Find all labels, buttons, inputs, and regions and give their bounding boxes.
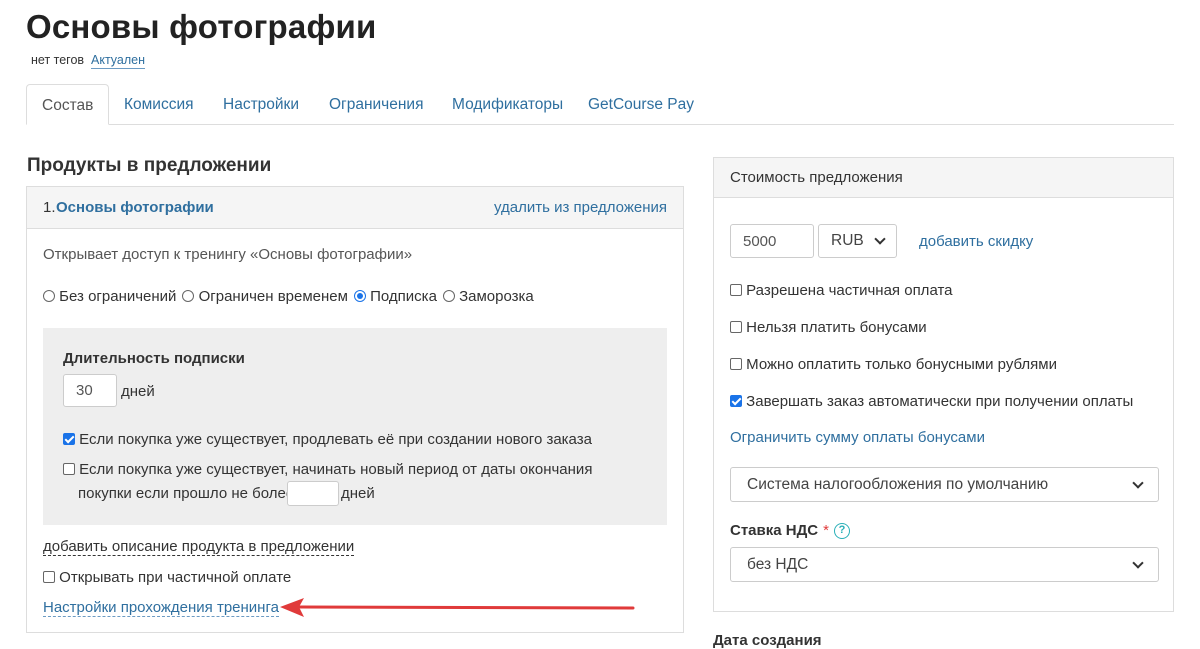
- vat-label: Ставка НДС: [730, 522, 819, 539]
- tax-system-select[interactable]: Система налогообложения по умолчанию: [730, 467, 1159, 502]
- required-mark: *: [823, 522, 829, 539]
- currency-select[interactable]: RUB: [818, 224, 897, 258]
- annotation-arrow-shaft: [298, 605, 635, 610]
- open-on-partial-checkbox[interactable]: [43, 571, 55, 583]
- vat-rate-select[interactable]: без НДС: [730, 547, 1159, 582]
- chevron-down-icon: [874, 233, 886, 245]
- pricing-panel-header: Стоимость предложения: [714, 158, 1173, 198]
- extend-purchase-checkbox[interactable]: [63, 433, 75, 445]
- tab-getcourse-pay[interactable]: GetCourse Pay: [573, 84, 709, 125]
- page-title: Основы фотографии: [26, 8, 377, 45]
- tab-commission[interactable]: Комиссия: [109, 84, 209, 125]
- new-period-option[interactable]: Если покупка уже существует, начинать но…: [63, 461, 592, 478]
- access-option-freeze[interactable]: Заморозка: [442, 288, 534, 305]
- pricing-panel: Стоимость предложения 5000 RUB добавить …: [713, 157, 1174, 612]
- access-option-unlimited[interactable]: Без ограничений: [43, 288, 176, 305]
- tab-restrictions[interactable]: Ограничения: [314, 84, 438, 125]
- access-type-group: Без ограничений Ограничен временем Подпи…: [43, 288, 534, 305]
- new-period-checkbox[interactable]: [63, 463, 75, 475]
- auto-complete-order-checkbox[interactable]: [730, 395, 742, 407]
- access-option-subscription[interactable]: Подписка: [353, 288, 437, 305]
- auto-complete-order-option[interactable]: Завершать заказ автоматически при получе…: [730, 393, 1133, 410]
- tax-system-value: Система налогообложения по умолчанию: [747, 475, 1049, 493]
- access-option-time-limited[interactable]: Ограничен временем: [182, 288, 348, 305]
- extend-purchase-option[interactable]: Если покупка уже существует, продлевать …: [63, 431, 592, 448]
- chevron-down-icon: [1132, 556, 1144, 569]
- chevron-down-icon: [1132, 476, 1144, 489]
- new-period-days-input[interactable]: [287, 481, 339, 506]
- remove-from-offer-link[interactable]: удалить из предложения: [494, 199, 667, 216]
- bonus-only-payment-checkbox[interactable]: [730, 358, 742, 370]
- new-period-unit: дней: [341, 485, 375, 502]
- radio-freeze[interactable]: [442, 290, 455, 302]
- open-on-partial-option[interactable]: Открывать при частичной оплате: [43, 569, 291, 586]
- product-panel: 1. Основы фотографии удалить из предложе…: [26, 186, 684, 633]
- tab-modifiers[interactable]: Модификаторы: [437, 84, 578, 125]
- vat-rate-value: без НДС: [747, 555, 809, 573]
- subscription-duration-input[interactable]: 30: [63, 374, 117, 407]
- product-description: Открывает доступ к тренингу «Основы фото…: [43, 246, 413, 263]
- products-heading: Продукты в предложении: [27, 155, 272, 176]
- product-number: 1.: [43, 199, 56, 216]
- product-name-link[interactable]: Основы фотографии: [56, 199, 214, 216]
- tab-composition[interactable]: Состав: [26, 84, 110, 125]
- vat-label-row: Ставка НДС * ?: [730, 522, 850, 539]
- add-discount-link[interactable]: добавить скидку: [919, 233, 1033, 250]
- radio-unlimited[interactable]: [43, 290, 55, 302]
- partial-payment-checkbox[interactable]: [730, 284, 742, 296]
- no-bonus-payment-checkbox[interactable]: [730, 321, 742, 333]
- limit-bonus-payment-link[interactable]: Ограничить сумму оплаты бонусами: [730, 429, 985, 446]
- training-settings-link[interactable]: Настройки прохождения тренинга: [43, 599, 279, 617]
- product-panel-header: 1. Основы фотографии удалить из предложе…: [27, 187, 683, 229]
- subscription-duration-unit: дней: [121, 383, 155, 400]
- subscription-settings-box: Длительность подписки 30 дней Если покуп…: [43, 328, 667, 525]
- radio-subscription[interactable]: [353, 290, 366, 302]
- partial-payment-option[interactable]: Разрешена частичная оплата: [730, 282, 953, 299]
- pricing-heading: Стоимость предложения: [730, 169, 903, 186]
- help-icon[interactable]: ?: [833, 522, 850, 539]
- annotation-arrow: [280, 598, 635, 617]
- created-date-heading: Дата создания: [713, 632, 822, 649]
- bonus-only-payment-option[interactable]: Можно оплатить только бонусными рублями: [730, 356, 1057, 373]
- currency-value: RUB: [831, 232, 864, 249]
- subscription-duration-heading: Длительность подписки: [63, 350, 245, 367]
- add-product-description-link[interactable]: добавить описание продукта в предложении: [43, 538, 355, 556]
- status-link[interactable]: Актуален: [91, 53, 146, 69]
- new-period-label-line2: покупки если прошло не более: [78, 485, 295, 502]
- tags-text: нет тегов: [31, 53, 85, 67]
- radio-time-limited[interactable]: [182, 290, 195, 302]
- price-input[interactable]: 5000: [730, 224, 814, 258]
- no-bonus-payment-option[interactable]: Нельзя платить бонусами: [730, 319, 927, 336]
- tab-settings[interactable]: Настройки: [208, 84, 314, 125]
